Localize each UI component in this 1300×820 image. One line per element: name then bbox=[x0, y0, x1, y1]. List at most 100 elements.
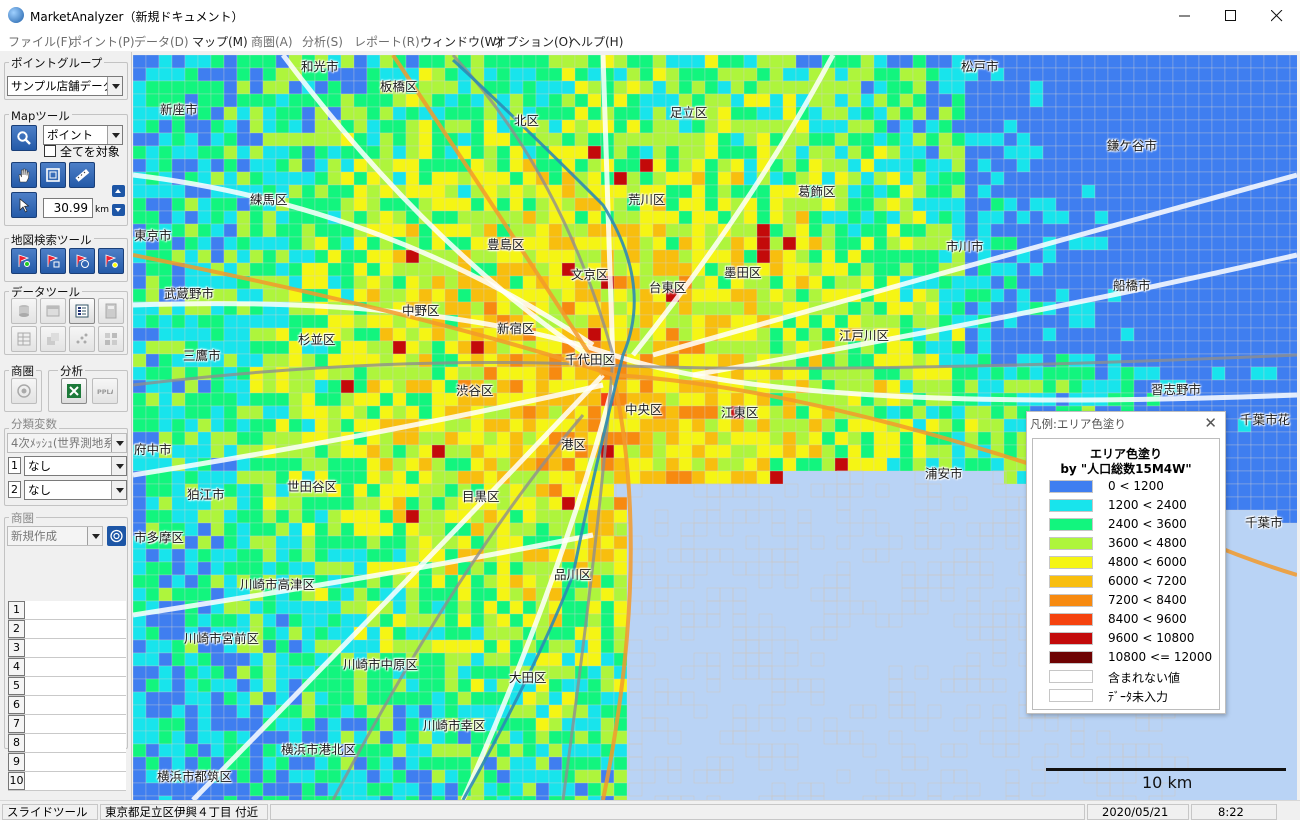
data-list-button[interactable] bbox=[69, 298, 95, 324]
legend-window[interactable]: 凡例:エリア色塗り ✕ エリア色塗り by "人口総数15M4W" 0 < 12… bbox=[1026, 411, 1226, 714]
distance-up-button[interactable] bbox=[112, 185, 125, 197]
menu-point[interactable]: ポイント(P) bbox=[70, 33, 135, 50]
shoken-list-row-number: 8 bbox=[8, 734, 25, 752]
menu-report[interactable]: レポート(R) bbox=[354, 33, 420, 50]
minimize-button[interactable] bbox=[1162, 0, 1208, 31]
search-tool-3-button[interactable] bbox=[69, 248, 95, 274]
search-tool-4-button[interactable] bbox=[98, 248, 124, 274]
shoken-list-row[interactable]: 2 bbox=[8, 620, 126, 639]
all-targets-checkbox[interactable] bbox=[44, 145, 56, 157]
place-label: 杉並区 bbox=[298, 332, 336, 347]
scatter-icon bbox=[76, 333, 88, 344]
grid-icon bbox=[105, 333, 117, 345]
shoken-list-row[interactable]: 4 bbox=[8, 658, 126, 677]
shoken-label: 商圏 bbox=[9, 363, 36, 379]
rect-zoom-button[interactable] bbox=[40, 162, 66, 188]
shoken-list-row[interactable]: 1 bbox=[8, 601, 126, 620]
distance-field[interactable]: 30.99 bbox=[43, 198, 93, 218]
flag-multi-icon bbox=[105, 254, 118, 268]
class-row-2-select[interactable]: なし bbox=[24, 480, 127, 500]
shoken-create-value: 新規作成 bbox=[11, 529, 57, 543]
flag-grid-icon bbox=[47, 254, 60, 268]
legend-close-button[interactable]: ✕ bbox=[1204, 414, 1217, 432]
menu-shoken[interactable]: 商圏(A) bbox=[251, 33, 293, 50]
menu-window[interactable]: ウィンドウ(W) bbox=[420, 33, 501, 50]
shoken-target-button[interactable] bbox=[107, 526, 126, 546]
excel-analysis-button[interactable] bbox=[61, 378, 87, 404]
chevron-down-icon bbox=[107, 77, 122, 95]
place-label: 荒川区 bbox=[628, 192, 666, 207]
shoken-list-row[interactable]: 6 bbox=[8, 696, 126, 715]
place-label: 品川区 bbox=[554, 567, 592, 582]
place-label: 葛飾区 bbox=[798, 184, 836, 199]
close-icon bbox=[1270, 9, 1283, 22]
menu-data[interactable]: データ(D) bbox=[134, 33, 189, 50]
title-bar: MarketAnalyzer（新規ドキュメント） bbox=[0, 0, 1300, 31]
ppla-button[interactable]: PPLA bbox=[92, 378, 118, 404]
database-button[interactable] bbox=[11, 298, 37, 324]
hand-icon bbox=[18, 168, 30, 183]
maximize-button[interactable] bbox=[1208, 0, 1254, 31]
shoken-button[interactable] bbox=[11, 378, 37, 404]
map-mode-select[interactable]: ポイント bbox=[43, 125, 123, 145]
class-row-1-number: 1 bbox=[8, 457, 21, 474]
chevron-down-icon bbox=[111, 457, 126, 475]
analysis-label: 分析 bbox=[58, 363, 85, 379]
legend-body: エリア色塗り by "人口総数15M4W" 0 < 1200 1200 < 240… bbox=[1032, 438, 1220, 710]
mesh-select[interactable]: 4次ﾒｯｼｭ(世界測地系) bbox=[7, 433, 127, 453]
shoken-list-row-number: 7 bbox=[8, 715, 25, 733]
place-label: 千葉市 bbox=[1245, 515, 1283, 530]
status-blank bbox=[270, 804, 1085, 820]
search-tool-2-button[interactable] bbox=[40, 248, 66, 274]
class-row-2-value: なし bbox=[28, 483, 51, 497]
menu-file[interactable]: ファイル(F) bbox=[8, 33, 72, 50]
zoom-tool-button[interactable] bbox=[11, 125, 37, 151]
shoken-list-row[interactable]: 10 bbox=[8, 772, 126, 791]
calculator-button[interactable] bbox=[98, 298, 124, 324]
menu-options[interactable]: オプション(O) bbox=[494, 33, 573, 50]
shoken-list-row[interactable]: 7 bbox=[8, 715, 126, 734]
database-icon bbox=[19, 305, 29, 317]
place-label: 三鷹市 bbox=[183, 348, 221, 363]
place-label: 狛江市 bbox=[187, 487, 225, 502]
place-label: 松戸市 bbox=[961, 59, 999, 74]
measure-tool-button[interactable] bbox=[69, 162, 95, 188]
place-label: 東京市 bbox=[134, 228, 172, 243]
menu-analysis[interactable]: 分析(S) bbox=[302, 33, 343, 50]
shoken-list-row[interactable]: 5 bbox=[8, 677, 126, 696]
target-icon bbox=[110, 529, 123, 543]
shoken-list-row[interactable]: 3 bbox=[8, 639, 126, 658]
legend-swatch bbox=[1049, 575, 1093, 588]
hand-tool-button[interactable] bbox=[11, 162, 37, 188]
class-row-1-select[interactable]: なし bbox=[24, 456, 127, 476]
shoken-list-row[interactable]: 8 bbox=[8, 734, 126, 753]
legend-label: 7200 < 8400 bbox=[1108, 593, 1187, 607]
table-button[interactable] bbox=[11, 326, 37, 352]
grid-button[interactable] bbox=[98, 326, 124, 352]
menu-map[interactable]: マップ(M) bbox=[192, 33, 248, 50]
place-label: 川崎市幸区 bbox=[423, 718, 486, 733]
place-label: 武蔵野市 bbox=[164, 286, 215, 301]
shoken-list-row-number: 1 bbox=[8, 601, 25, 619]
window-data-button[interactable] bbox=[40, 298, 66, 324]
point-group-value: サンプル店舗データ2 bbox=[11, 79, 122, 93]
pointer-tool-button[interactable] bbox=[11, 192, 37, 218]
shapes-button[interactable] bbox=[40, 326, 66, 352]
place-label: 江東区 bbox=[721, 405, 759, 420]
menu-help[interactable]: ヘルプ(H) bbox=[569, 33, 623, 50]
status-tool: スライドツール bbox=[2, 804, 98, 820]
classification-label: 分類変数 bbox=[9, 416, 59, 432]
place-label: 豊島区 bbox=[487, 237, 525, 252]
shoken-create-select[interactable]: 新規作成 bbox=[7, 526, 103, 546]
shoken-list-row[interactable]: 9 bbox=[8, 753, 126, 772]
scatter-button[interactable] bbox=[69, 326, 95, 352]
search-tool-1-button[interactable] bbox=[11, 248, 37, 274]
point-group-select[interactable]: サンプル店舗データ2 bbox=[7, 76, 123, 96]
svg-text:PPLA: PPLA bbox=[97, 388, 113, 396]
point-group-label: ポイントグループ bbox=[9, 55, 105, 71]
legend-swatch bbox=[1049, 556, 1093, 569]
distance-down-button[interactable] bbox=[112, 204, 125, 216]
legend-swatch bbox=[1049, 499, 1093, 512]
place-label: 浦安市 bbox=[925, 466, 963, 481]
close-button[interactable] bbox=[1254, 0, 1300, 31]
